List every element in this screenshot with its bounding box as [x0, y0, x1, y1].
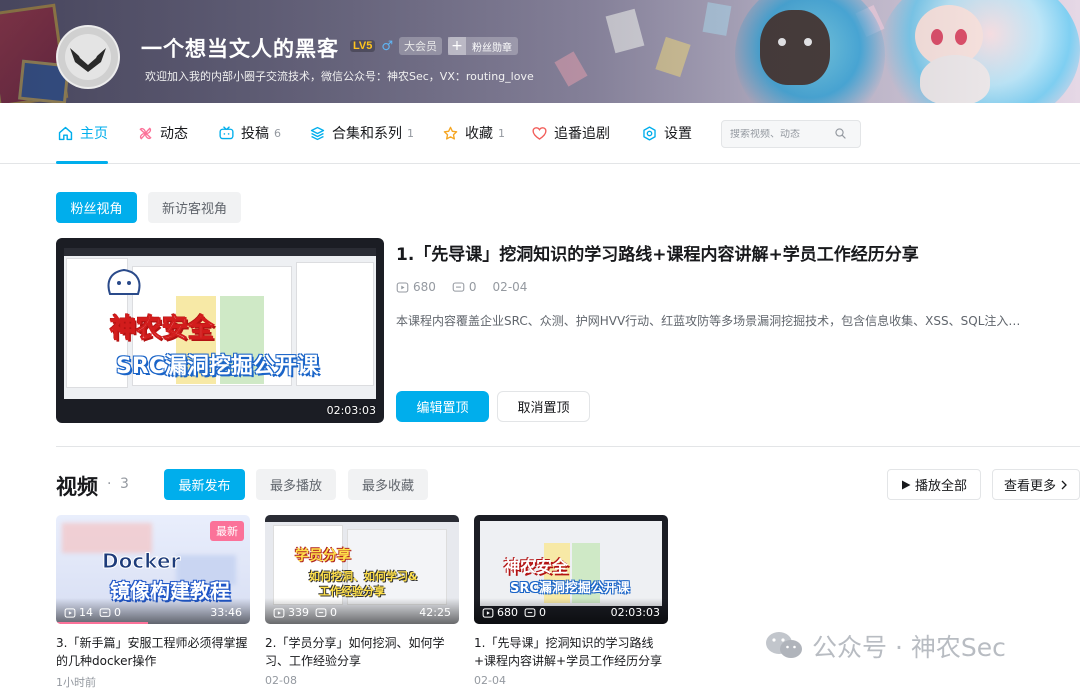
nav-settings[interactable]: 设置: [640, 123, 692, 143]
thumb-title: 学员分享: [295, 548, 351, 564]
play-count-icon: [482, 607, 494, 618]
profile-badges: LV5 ♂ 大会员 + 粉丝勋章: [350, 37, 519, 55]
watch-progress: [56, 622, 148, 624]
pinned-duration: 02:03:03: [326, 404, 376, 417]
search-icon[interactable]: [834, 125, 847, 144]
play-count-icon: [396, 282, 409, 292]
vip-badge[interactable]: 大会员: [399, 37, 443, 55]
video-card[interactable]: 神农安全 SRC漏洞挖掘公开课 680 0 02:03:03 1.「先导课」挖洞…: [474, 515, 668, 687]
pinned-comments: 0: [468, 280, 477, 294]
video-thumbnail[interactable]: Docker 镜像构建教程 最新 14 0 33:46: [56, 515, 250, 624]
gender-male-icon: ♂: [381, 38, 394, 54]
wechat-icon: [766, 632, 802, 658]
fan-medal-button[interactable]: + 粉丝勋章: [448, 37, 519, 55]
sort-latest-button[interactable]: 最新发布: [164, 469, 245, 500]
video-duration: 42:25: [419, 606, 451, 619]
thumb-title: Docker: [101, 549, 181, 574]
fan-medal-label: 粉丝勋章: [472, 42, 513, 54]
video-date: 02-04: [474, 674, 506, 687]
search-input[interactable]: [730, 128, 834, 140]
nav-bangumi[interactable]: 追番追剧: [530, 123, 610, 143]
pinned-date: 02-04: [492, 280, 528, 294]
comment-icon: [524, 607, 536, 617]
play-icon: [901, 480, 911, 489]
star-icon: [441, 124, 459, 142]
pinned-video-title[interactable]: 1.「先导课」挖洞知识的学习路线+课程内容讲解+学员工作经历分享: [396, 240, 1076, 265]
new-badge: 最新: [210, 521, 244, 541]
pinned-video-description: 本课程内容覆盖企业SRC、众测、护网HVV行动、红蓝攻防等多场景漏洞挖掘技术，包…: [396, 314, 1021, 328]
play-count-icon: [273, 607, 285, 618]
video-duration: 33:46: [210, 606, 242, 619]
settings-icon: [640, 124, 658, 142]
pinned-video-thumbnail[interactable]: 神农安全 SRC漏洞挖掘公开课 02:03:03: [56, 238, 384, 423]
nav-active-indicator: [56, 161, 108, 164]
comment-icon: [452, 282, 465, 292]
wechat-watermark: 公众号 · 神农Sec: [764, 628, 1006, 664]
signature: 欢迎加入我的内部小圈子交流技术，微信公众号：神农Sec，VX：routing_l…: [145, 70, 534, 83]
layers-icon: [308, 124, 326, 142]
plus-icon: +: [448, 37, 467, 55]
comment-icon: [315, 607, 327, 617]
username: 一个想当文人的黑客: [141, 37, 339, 61]
see-more-button[interactable]: 查看更多: [992, 469, 1080, 500]
guest-view-tab[interactable]: 新访客视角: [148, 192, 241, 223]
thumb-subtitle: SRC漏洞挖掘公开课: [510, 581, 630, 596]
video-thumbnail[interactable]: 学员分享 如何挖洞、如何学习& 工作经验分享 339 0 42:25: [265, 515, 459, 624]
wing-logo-icon: [65, 34, 111, 80]
home-icon: [56, 124, 74, 142]
edit-pin-button[interactable]: 编辑置顶: [396, 391, 489, 422]
videos-section-count: 3: [120, 476, 129, 492]
comment-icon: [99, 607, 111, 617]
videos-section-title: 视频: [56, 475, 98, 499]
play-all-button[interactable]: 播放全部: [887, 469, 981, 500]
nav-dynamic[interactable]: 动态: [136, 123, 188, 143]
thumb-title: 神农安全: [109, 314, 215, 345]
profile-nav: 主页 动态 投稿 6 合集和系列 1 收藏 1 追番追剧 设置 搜索视频、动态: [0, 103, 1080, 164]
thumb-subtitle: 工作经验分享: [319, 585, 385, 598]
play-count-icon: [64, 607, 76, 618]
video-thumbnail[interactable]: 神农安全 SRC漏洞挖掘公开课 680 0 02:03:03: [474, 515, 668, 624]
search-box[interactable]: [721, 120, 861, 148]
video-title[interactable]: 1.「先导课」挖洞知识的学习路线+课程内容讲解+学员工作经历分享: [474, 634, 668, 670]
video-card[interactable]: 学员分享 如何挖洞、如何学习& 工作经验分享 339 0 42:25 2.「学员…: [265, 515, 459, 687]
pinned-views: 680: [413, 280, 436, 294]
video-title[interactable]: 3.「新手篇」安服工程师必须得掌握的几种docker操作: [56, 634, 250, 670]
avatar[interactable]: [56, 25, 120, 89]
sort-most-played-button[interactable]: 最多播放: [256, 469, 336, 500]
video-card[interactable]: Docker 镜像构建教程 最新 14 0 33:46 3.「新手篇」安服工程师…: [56, 515, 250, 690]
cancel-pin-button[interactable]: 取消置顶: [497, 391, 590, 422]
nav-favorites[interactable]: 收藏 1: [441, 123, 505, 143]
level-badge[interactable]: LV5: [350, 40, 376, 52]
video-title[interactable]: 2.「学员分享」如何挖洞、如何学习、工作经验分享: [265, 634, 459, 670]
video-date: 1小时前: [56, 676, 96, 689]
pinned-video-meta: 680 0 02-04: [396, 280, 527, 294]
sort-most-favorited-button[interactable]: 最多收藏: [348, 469, 428, 500]
thumb-subtitle: SRC漏洞挖掘公开课: [116, 354, 319, 379]
pinwheel-icon: [136, 124, 154, 142]
videos-section-separator: ·: [107, 476, 112, 492]
chevron-right-icon: [1061, 480, 1067, 489]
nav-home[interactable]: 主页: [56, 123, 108, 143]
thumb-subtitle: 如何挖洞、如何学习&: [309, 570, 418, 583]
mascot-icon: [107, 268, 141, 295]
tv-icon: [217, 124, 235, 142]
video-duration: 02:03:03: [610, 606, 660, 619]
nav-submissions[interactable]: 投稿 6: [217, 123, 281, 143]
fan-view-tab[interactable]: 粉丝视角: [56, 192, 137, 223]
nav-collections[interactable]: 合集和系列 1: [308, 123, 414, 143]
thumb-title: 神农安全: [504, 557, 569, 576]
heart-icon: [530, 124, 548, 142]
section-divider: [56, 446, 1080, 447]
video-date: 02-08: [265, 674, 297, 687]
